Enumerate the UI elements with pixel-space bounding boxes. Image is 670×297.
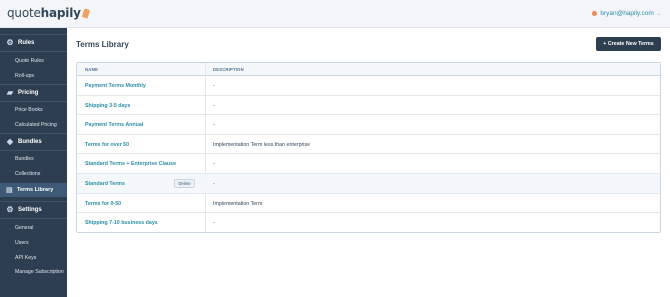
column-header-description[interactable]: DESCRIPTION (213, 67, 244, 72)
user-avatar-icon (592, 11, 598, 16)
sidebar-item-calculated-pricing[interactable]: Calculated Pricing (15, 122, 57, 128)
sidebar-section-label: Pricing (18, 90, 39, 96)
term-name-link[interactable]: Standard Terms + Enterprise Clause (85, 161, 176, 167)
user-menu[interactable]: bryan@hapily.com ⌄ (592, 10, 661, 17)
page-title: Terms Library (76, 40, 129, 49)
user-email: bryan@hapily.com (600, 10, 654, 17)
sidebar-section-label: Rules (18, 40, 35, 46)
sidebar-section-label: Bundles (18, 139, 42, 145)
sidebar-item-quote-rules[interactable]: Quote Rules (15, 58, 44, 64)
sidebar-item-bundles[interactable]: Bundles (15, 156, 34, 162)
table-row[interactable]: Standard Terms Delete - (77, 174, 660, 194)
logo[interactable]: quotehapily (7, 6, 90, 20)
table-row[interactable]: Standard Terms + Enterprise Clause - (77, 154, 660, 174)
term-name-link[interactable]: Terms for over 50 (85, 142, 129, 148)
chevron-down-icon: ⌄ (656, 10, 661, 17)
sidebar-item-users[interactable]: Users (15, 240, 29, 246)
sidebar-item-label: Terms Library (17, 187, 54, 193)
gear-icon: ⚙ (6, 38, 14, 47)
sidebar-section-pricing[interactable]: ▰ Pricing (0, 84, 67, 102)
term-description: - (213, 220, 215, 227)
term-description: - (213, 102, 215, 109)
sidebar-item-terms-library[interactable]: ▤ Terms Library (0, 183, 67, 197)
term-description: - (213, 161, 215, 168)
sidebar-section-settings[interactable]: ⚙ Settings (0, 201, 67, 219)
table-row[interactable]: Payment Terms Annual - (77, 115, 660, 135)
term-name-link[interactable]: Shipping 3-5 days (85, 103, 130, 109)
sidebar-section-rules[interactable]: ⚙ Rules (0, 34, 67, 52)
column-header-name[interactable]: NAME (85, 67, 98, 72)
table-row[interactable]: Terms for 0-50 Implementation Term (77, 194, 660, 214)
bundles-icon: ◆ (6, 137, 14, 146)
sidebar-section-bundles[interactable]: ◆ Bundles (0, 133, 67, 151)
table-row[interactable]: Payment Terms Monthly - (77, 76, 660, 96)
gear-icon: ⚙ (6, 205, 14, 214)
delete-button[interactable]: Delete (174, 179, 195, 188)
sidebar-item-roll-ups[interactable]: Roll-ups (15, 73, 34, 79)
main-content: Terms Library + Create New Terms NAME DE… (67, 28, 670, 297)
sidebar-item-manage-subscription[interactable]: Manage Subscription (15, 269, 64, 275)
term-description: - (213, 122, 215, 129)
page-scrollbar[interactable] (664, 28, 670, 297)
document-icon: ▤ (6, 186, 13, 194)
sidebar-section-label: Settings (18, 207, 42, 213)
logo-text-light: quote (7, 6, 41, 20)
sidebar-item-api-keys[interactable]: API Keys (15, 255, 36, 261)
table-row[interactable]: Shipping 7-10 business days - (77, 213, 660, 233)
sidebar-item-collections[interactable]: Collections (15, 171, 40, 177)
app-window: quotehapily bryan@hapily.com ⌄ ⚙ Rules Q… (0, 0, 670, 297)
term-name-link[interactable]: Payment Terms Annual (85, 122, 143, 128)
terms-table: NAME DESCRIPTION Payment Terms Monthly -… (76, 62, 661, 233)
price-tag-icon: ▰ (6, 88, 14, 97)
table-row[interactable]: Terms for over 50 Implementation Term le… (77, 135, 660, 155)
term-description: - (213, 83, 215, 89)
term-name-link[interactable]: Standard Terms (85, 181, 125, 187)
table-row[interactable]: Shipping 3-5 days - (77, 96, 660, 116)
sidebar: ⚙ Rules Quote Rules Roll-ups ▰ Pricing P… (0, 28, 67, 297)
logo-text-bold: hapily (40, 6, 81, 20)
table-header: NAME DESCRIPTION (77, 63, 660, 76)
term-name-link[interactable]: Payment Terms Monthly (85, 83, 146, 89)
term-description: Implementation Term (213, 200, 263, 207)
term-description: Implementation Term less than enterprise (213, 141, 311, 148)
term-description: - (213, 181, 215, 187)
term-name-link[interactable]: Shipping 7-10 business days (85, 220, 158, 226)
sidebar-item-price-books[interactable]: Price Books (15, 107, 43, 113)
logo-mark-icon (81, 8, 90, 19)
top-bar: quotehapily bryan@hapily.com ⌄ (0, 0, 670, 28)
sidebar-item-general[interactable]: General (15, 225, 33, 231)
create-new-terms-button[interactable]: + Create New Terms (596, 37, 661, 51)
term-name-link[interactable]: Terms for 0-50 (85, 201, 121, 207)
